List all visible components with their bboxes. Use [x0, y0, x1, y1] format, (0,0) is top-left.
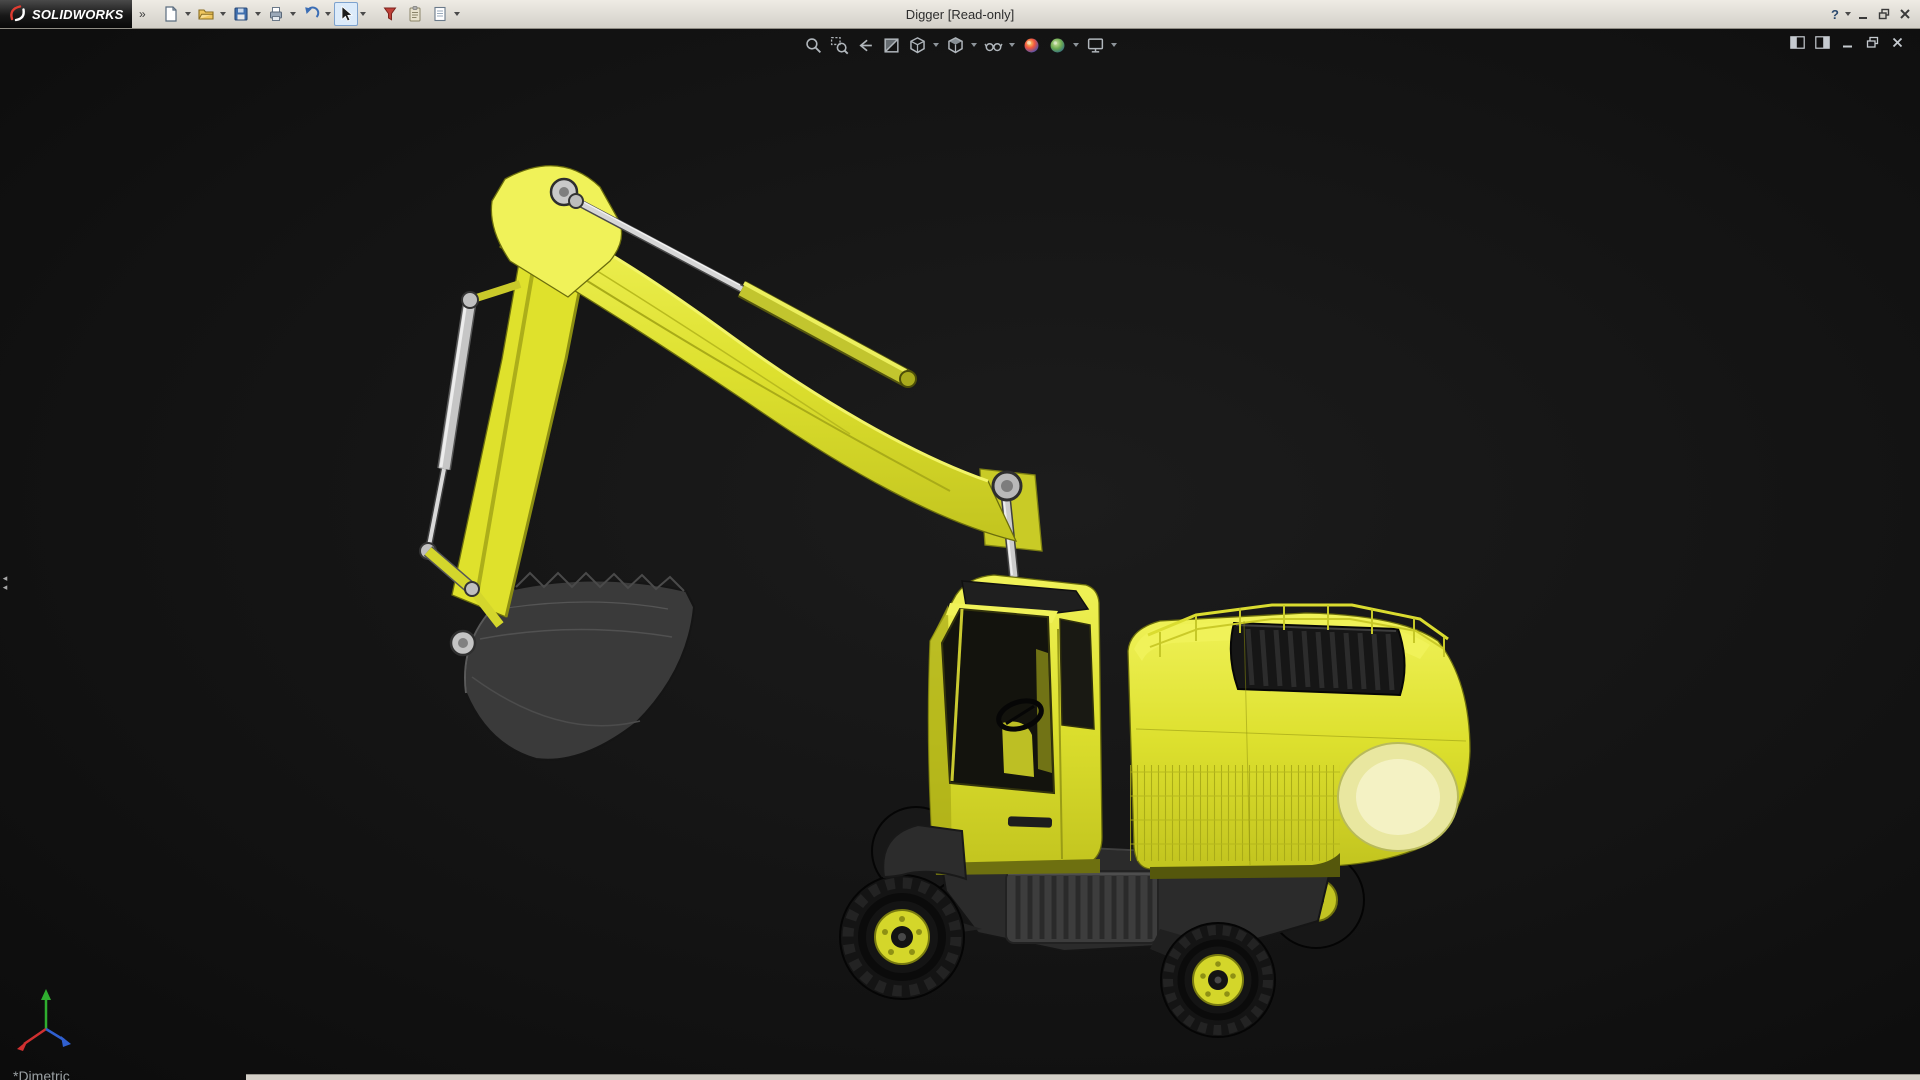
select-button[interactable] [333, 2, 358, 26]
solidworks-logo-text: SOLIDWORKS [32, 6, 124, 22]
open-dropdown[interactable] [219, 3, 228, 25]
side-grille [1130, 765, 1340, 861]
apply-scene-icon[interactable] [1046, 34, 1068, 56]
view-settings-icon[interactable] [1084, 34, 1106, 56]
file-properties-button[interactable] [403, 2, 427, 26]
solidworks-window: SOLIDWORKS » Digger [Read-only] ? *Dimet… [0, 0, 1920, 1080]
save-button[interactable] [229, 2, 253, 26]
open-button[interactable] [194, 2, 218, 26]
side-window [1059, 618, 1095, 730]
edit-appearance-icon[interactable] [1020, 34, 1042, 56]
options-sheet-dropdown[interactable] [453, 3, 462, 25]
window-title: Digger [Read-only] [905, 6, 1015, 22]
selection-filter-button[interactable] [378, 2, 402, 26]
panel-splitter-handle[interactable]: ◂ ◂ [0, 574, 10, 592]
new-document-dropdown[interactable] [184, 3, 193, 25]
help-button[interactable]: ? [1828, 7, 1842, 22]
options-sheet-button[interactable] [428, 2, 452, 26]
menu-expand-arrow[interactable]: » [132, 7, 153, 21]
heads-up-view-toolbar [802, 34, 1118, 56]
solidworks-logo: SOLIDWORKS [0, 0, 132, 28]
view-settings-dropdown[interactable] [1110, 35, 1118, 55]
new-document-button[interactable] [159, 2, 183, 26]
help-dropdown[interactable] [1843, 3, 1852, 25]
titlebar: SOLIDWORKS » Digger [Read-only] ? [0, 0, 1920, 29]
undo-dropdown[interactable] [324, 3, 333, 25]
front-left-wheel[interactable] [839, 874, 965, 1000]
standard-toolbar [159, 2, 462, 26]
display-style-dropdown[interactable] [970, 35, 978, 55]
view-orientation-dropdown[interactable] [932, 35, 940, 55]
doc-minimize-icon[interactable] [1838, 35, 1856, 50]
section-view-icon[interactable] [880, 34, 902, 56]
save-dropdown[interactable] [254, 3, 263, 25]
apply-scene-dropdown[interactable] [1072, 35, 1080, 55]
hide-show-items-dropdown[interactable] [1008, 35, 1016, 55]
print-dropdown[interactable] [289, 3, 298, 25]
pane-left-icon[interactable] [1788, 35, 1806, 50]
door-handle [1007, 816, 1053, 828]
status-bar-strip [246, 1074, 1920, 1080]
previous-view-icon[interactable] [854, 34, 876, 56]
undo-button[interactable] [299, 2, 323, 26]
reference-triad[interactable] [17, 989, 71, 1051]
select-dropdown[interactable] [359, 3, 368, 25]
doc-restore-icon[interactable] [1863, 35, 1881, 50]
graphics-viewport[interactable]: *Dimetric ◂ ◂ [0, 29, 1920, 1080]
restore-button[interactable] [1874, 5, 1894, 23]
pane-right-icon[interactable] [1813, 35, 1831, 50]
solidworks-logo-mark-icon [7, 4, 27, 25]
document-window-controls [1788, 35, 1906, 50]
excavator-model[interactable] [419, 165, 1471, 1038]
boom-pivot-joint[interactable] [991, 470, 1023, 502]
doc-close-icon[interactable] [1888, 35, 1906, 50]
view-orientation-icon[interactable] [906, 34, 928, 56]
display-style-icon[interactable] [944, 34, 966, 56]
close-button[interactable] [1895, 5, 1915, 23]
minimize-button[interactable] [1853, 5, 1873, 23]
front-right-wheel[interactable] [1160, 922, 1276, 1038]
print-button[interactable] [264, 2, 288, 26]
hide-show-items-icon[interactable] [982, 34, 1004, 56]
zoom-to-area-icon[interactable] [828, 34, 850, 56]
3d-scene[interactable] [0, 29, 1920, 1080]
view-orientation-label: *Dimetric [13, 1068, 70, 1080]
window-controls: ? [1828, 3, 1920, 25]
engine-housing[interactable] [1127, 603, 1471, 879]
zoom-to-fit-icon[interactable] [802, 34, 824, 56]
